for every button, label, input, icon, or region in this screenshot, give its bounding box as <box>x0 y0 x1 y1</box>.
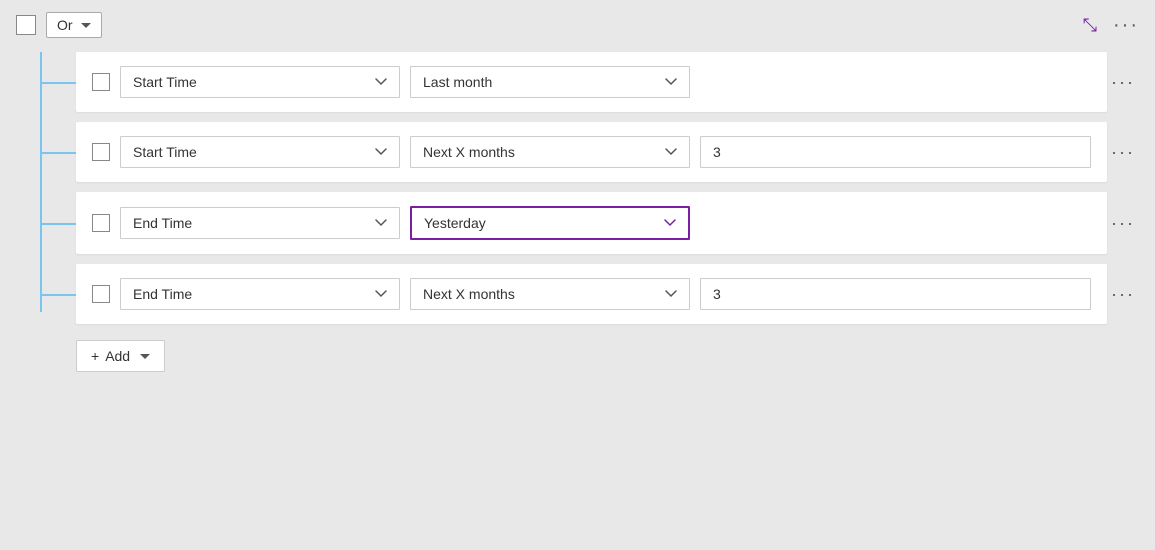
filter-row-4: End Time Next X months <box>76 264 1107 324</box>
collapse-icon: ⤡ <box>1083 15 1097 36</box>
row-4-field-label: End Time <box>133 286 192 302</box>
row-4-field-dropdown[interactable]: End Time <box>120 278 400 310</box>
row-2-checkbox[interactable] <box>92 143 110 161</box>
row-2-filter-dropdown[interactable]: Next X months <box>410 136 690 168</box>
row-3-more-button[interactable]: ··· <box>1107 209 1139 238</box>
row-1-more-button[interactable]: ··· <box>1107 68 1139 97</box>
row-1-filter-chevron-icon <box>665 78 677 86</box>
row-1-field-label: Start Time <box>133 74 197 90</box>
collapse-button[interactable]: ⤡ <box>1083 15 1097 36</box>
row-1-filter-label: Last month <box>423 74 492 90</box>
row-3-filter-label: Yesterday <box>424 215 486 231</box>
row-2-field-label: Start Time <box>133 144 197 160</box>
row-3-field-chevron-icon <box>375 219 387 227</box>
row-4-more-button[interactable]: ··· <box>1107 280 1139 309</box>
row-4-checkbox[interactable] <box>92 285 110 303</box>
row-4-filter-dropdown[interactable]: Next X months <box>410 278 690 310</box>
row-2-filter-chevron-icon <box>665 148 677 156</box>
add-chevron-icon <box>140 354 150 359</box>
filter-row-2: Start Time Next X months <box>76 122 1107 182</box>
filter-row-1: Start Time Last month <box>76 52 1107 112</box>
add-button[interactable]: + Add <box>76 340 165 372</box>
row-1-field-chevron-icon <box>375 78 387 86</box>
or-button[interactable]: Or <box>46 12 102 38</box>
top-more-options-button[interactable]: ··· <box>1113 14 1139 37</box>
top-bar: Or ⤡ ··· <box>16 12 1139 38</box>
row-4-value-input[interactable] <box>700 278 1091 310</box>
row-4-filter-chevron-icon <box>665 290 677 298</box>
row-3-field-dropdown[interactable]: End Time <box>120 207 400 239</box>
add-plus-icon: + <box>91 348 99 364</box>
main-container: Or ⤡ ··· Start Time Last month <box>0 0 1155 550</box>
select-all-checkbox[interactable] <box>16 15 36 35</box>
row-3-filter-chevron-icon <box>664 219 676 227</box>
row-3-filter-dropdown[interactable]: Yesterday <box>410 206 690 240</box>
row-4-field-chevron-icon <box>375 290 387 298</box>
row-2-field-chevron-icon <box>375 148 387 156</box>
top-left-controls: Or <box>16 12 102 38</box>
filter-row-wrapper-3: End Time Yesterday ··· <box>76 192 1139 254</box>
top-right-controls: ⤡ ··· <box>1083 14 1139 37</box>
filter-rows-container: Start Time Last month ··· Start Time N <box>16 52 1139 372</box>
row-2-filter-label: Next X months <box>423 144 515 160</box>
row-3-checkbox[interactable] <box>92 214 110 232</box>
row-2-more-button[interactable]: ··· <box>1107 138 1139 167</box>
filter-row-3: End Time Yesterday <box>76 192 1107 254</box>
top-dots-icon: ··· <box>1113 14 1139 36</box>
row-1-field-dropdown[interactable]: Start Time <box>120 66 400 98</box>
row-3-field-label: End Time <box>133 215 192 231</box>
filter-row-wrapper-1: Start Time Last month ··· <box>76 52 1139 112</box>
row-1-checkbox[interactable] <box>92 73 110 91</box>
filter-row-wrapper-4: End Time Next X months ··· <box>76 264 1139 324</box>
add-label: Add <box>105 348 130 364</box>
row-4-filter-label: Next X months <box>423 286 515 302</box>
row-1-filter-dropdown[interactable]: Last month <box>410 66 690 98</box>
or-chevron-icon <box>81 23 91 28</box>
row-2-field-dropdown[interactable]: Start Time <box>120 136 400 168</box>
filter-row-wrapper-2: Start Time Next X months ··· <box>76 122 1139 182</box>
add-row: + Add <box>76 340 1139 372</box>
or-label: Or <box>57 17 73 33</box>
row-2-value-input[interactable] <box>700 136 1091 168</box>
